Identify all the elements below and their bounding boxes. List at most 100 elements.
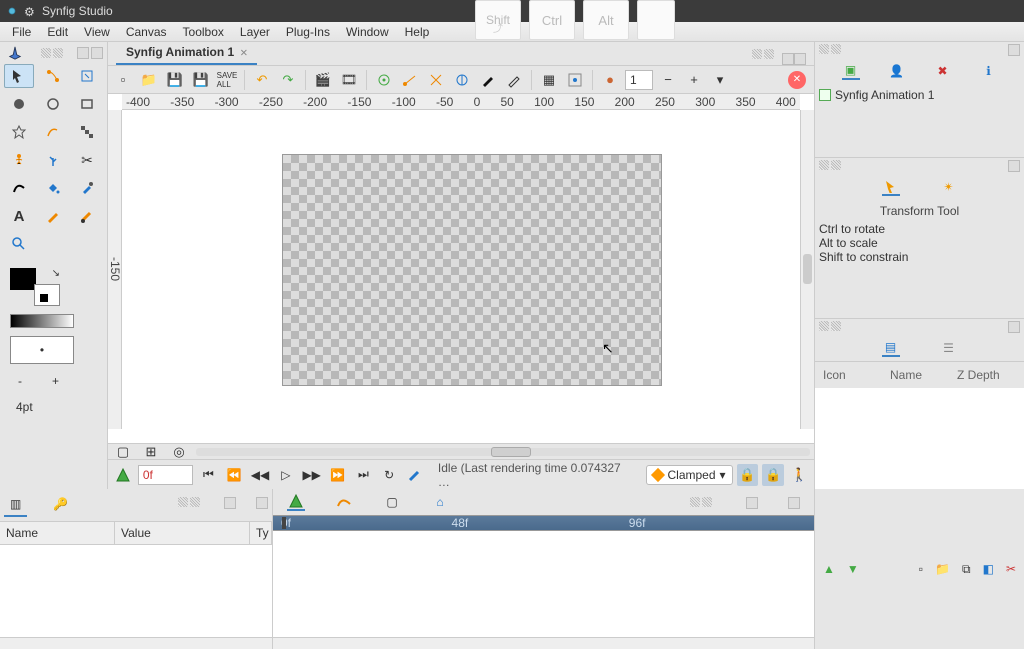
pen-outline-icon[interactable]: [503, 69, 525, 91]
navigator-tab-icon[interactable]: ✖: [934, 62, 952, 80]
seek-next-key-icon[interactable]: ⏩: [327, 464, 349, 486]
params-body[interactable]: [0, 545, 272, 637]
delete-layer-icon[interactable]: ✂: [1006, 562, 1016, 576]
jack-sync-icon[interactable]: [112, 464, 134, 486]
eyedrop-tool[interactable]: [72, 176, 102, 200]
loop-icon[interactable]: ↻: [378, 464, 400, 486]
cursor-tab-icon[interactable]: [882, 178, 900, 196]
undo-icon[interactable]: ↶: [251, 69, 273, 91]
increase-button[interactable]: +: [52, 374, 59, 388]
canvas-tree-item[interactable]: Synfig Animation 1: [815, 84, 1024, 106]
document-tab[interactable]: Synfig Animation 1 ✕: [116, 41, 257, 65]
preview-icon[interactable]: 🎞: [338, 69, 360, 91]
plus-icon[interactable]: +: [683, 69, 705, 91]
snap-grid-icon[interactable]: [564, 69, 586, 91]
keyframe-lock-past-icon[interactable]: 🔒: [737, 464, 759, 486]
circle-fill-tool[interactable]: [4, 92, 34, 116]
panel-grip[interactable]: [752, 49, 774, 59]
canvases-tab-icon[interactable]: ▣: [842, 62, 860, 80]
width-tool[interactable]: [4, 176, 34, 200]
panel-min-button[interactable]: [1008, 44, 1020, 56]
history-tab-icon[interactable]: 👤: [888, 62, 906, 80]
duplicate-layer-icon[interactable]: ⧉: [962, 562, 971, 577]
render-icon[interactable]: 🎬: [312, 69, 334, 91]
panel-close-button[interactable]: [794, 53, 806, 65]
layers-list[interactable]: [815, 388, 1024, 489]
menu-edit[interactable]: Edit: [39, 25, 76, 39]
toggle-handles-icon[interactable]: [373, 69, 395, 91]
params-tab-icon[interactable]: ▥: [4, 493, 27, 517]
vertical-scrollbar[interactable]: [800, 110, 814, 429]
save-all-icon[interactable]: SAVEALL: [216, 69, 238, 91]
play-icon[interactable]: ▷: [275, 464, 297, 486]
seek-prev-key-icon[interactable]: ⏪: [223, 464, 245, 486]
menu-plugins[interactable]: Plug-Ins: [278, 25, 338, 39]
step-fwd-icon[interactable]: ▶▶: [301, 464, 323, 486]
brush-preview[interactable]: [10, 336, 74, 364]
menu-toolbox[interactable]: Toolbox: [175, 25, 232, 39]
sketch-tool[interactable]: [38, 204, 68, 228]
new-file-icon[interactable]: ▫: [112, 69, 134, 91]
panel-min-button[interactable]: [1008, 160, 1020, 172]
metadata-tab-icon[interactable]: ▢: [383, 493, 401, 511]
interpolation-combo[interactable]: Clamped ▾: [646, 465, 732, 485]
timeline-ruler[interactable]: 0f 48f 96f: [273, 515, 814, 531]
cutout-tool[interactable]: ✂: [72, 148, 102, 172]
seek-start-icon[interactable]: ⏮: [197, 464, 219, 486]
keyframe-lock-future-icon[interactable]: 🔒: [762, 464, 784, 486]
panel-close-button[interactable]: [91, 47, 103, 59]
transform-tool[interactable]: [4, 64, 34, 88]
onion-frames-input[interactable]: 1: [625, 70, 653, 90]
canvas-area[interactable]: -400-350-300-250-200-150-100-50050100150…: [108, 94, 814, 443]
options-tab-icon[interactable]: ✴: [940, 178, 958, 196]
pen-black-icon[interactable]: [477, 69, 499, 91]
redo-icon[interactable]: ↷: [277, 69, 299, 91]
swap-colors-icon[interactable]: ↘: [52, 268, 60, 279]
keyframe-tab-icon[interactable]: 🔑: [47, 493, 74, 517]
panel-min-button[interactable]: [746, 497, 758, 509]
encapsulate-icon[interactable]: ◧: [983, 562, 994, 576]
onion-skin-icon[interactable]: ●: [599, 69, 621, 91]
time-field[interactable]: 0f: [138, 465, 194, 485]
panel-min-button[interactable]: [77, 47, 89, 59]
timeline-scrollbar[interactable]: [273, 637, 814, 649]
toggle-width-icon[interactable]: [451, 69, 473, 91]
panel-min-button[interactable]: [1008, 321, 1020, 333]
save-as-icon[interactable]: 💾: [190, 69, 212, 91]
menu-layer[interactable]: Layer: [232, 25, 278, 39]
timeline-body[interactable]: [273, 531, 814, 637]
star-tool[interactable]: [4, 120, 34, 144]
skeleton-tool[interactable]: [4, 148, 34, 172]
new-layer-icon[interactable]: ▫: [919, 562, 923, 576]
toggle-tangents-icon[interactable]: [399, 69, 421, 91]
decrease-button[interactable]: -: [18, 374, 22, 388]
stop-render-icon[interactable]: ✕: [788, 71, 806, 89]
brush-tool[interactable]: [72, 204, 102, 228]
gradient-preview[interactable]: [10, 314, 74, 328]
menu-window[interactable]: Window: [338, 25, 397, 39]
plant-tool[interactable]: [38, 148, 68, 172]
menu-canvas[interactable]: Canvas: [118, 25, 175, 39]
menu-file[interactable]: File: [4, 25, 39, 39]
grid-toggle-icon[interactable]: ▦: [538, 69, 560, 91]
foreground-color[interactable]: [10, 268, 36, 290]
animate-mode-icon[interactable]: 🚶: [788, 464, 810, 486]
canvas[interactable]: ↖: [122, 110, 800, 443]
scale-tool[interactable]: [72, 64, 102, 88]
minus-icon[interactable]: −: [657, 69, 679, 91]
open-file-icon[interactable]: 📁: [138, 69, 160, 91]
fg-bg-swatches[interactable]: ↘: [10, 268, 60, 306]
smooth-move-tool[interactable]: [38, 64, 68, 88]
params-scrollbar[interactable]: [0, 637, 272, 649]
panel-grip[interactable]: [819, 321, 841, 333]
panel-close-button[interactable]: [256, 497, 268, 509]
zoom-tool[interactable]: [4, 232, 34, 256]
panel-grip[interactable]: [41, 48, 63, 58]
panel-grip[interactable]: [819, 160, 841, 172]
menu-help[interactable]: Help: [397, 25, 438, 39]
close-tab-icon[interactable]: ✕: [240, 45, 247, 59]
library-tab-icon[interactable]: ⌂: [431, 493, 449, 511]
step-back-icon[interactable]: ◀◀: [249, 464, 271, 486]
fill-tool[interactable]: [38, 176, 68, 200]
panel-close-button[interactable]: [788, 497, 800, 509]
